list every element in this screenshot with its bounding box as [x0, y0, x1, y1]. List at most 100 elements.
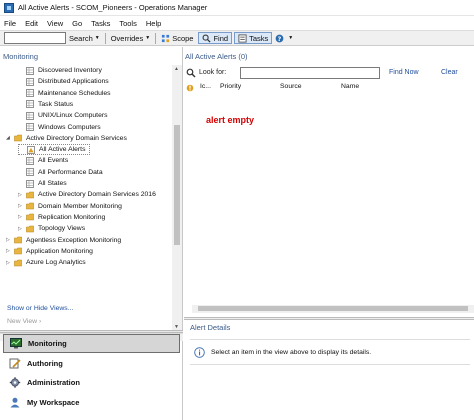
expand-icon[interactable]: ▷	[6, 237, 12, 243]
expand-icon[interactable]: ▷	[6, 260, 12, 266]
overrides-button[interactable]: Overrides ▼	[108, 32, 153, 44]
tree-item-label: Distributed Applications	[38, 78, 109, 86]
find-label: Find	[213, 33, 229, 43]
search-button[interactable]: Search ▼	[66, 32, 103, 44]
menu-view[interactable]: View	[47, 19, 63, 28]
menu-bar: File Edit View Go Tasks Tools Help	[0, 16, 474, 30]
chevron-down-icon: ▼	[145, 35, 151, 41]
folder-icon	[26, 202, 34, 210]
folder-icon	[14, 134, 22, 142]
expand-icon[interactable]: ▷	[18, 214, 24, 220]
details-panel: Select an item in the view above to disp…	[190, 339, 470, 365]
tree-item-label: Agentless Exception Monitoring	[26, 236, 122, 244]
view-icon	[26, 66, 34, 75]
expand-icon[interactable]: ▷	[6, 248, 12, 254]
monitor-icon	[10, 338, 22, 349]
expand-icon[interactable]: ▷	[18, 226, 24, 232]
tree-item[interactable]: All Events	[18, 155, 68, 166]
menu-go[interactable]: Go	[72, 19, 82, 28]
tree-item-label: All Events	[38, 157, 69, 165]
help-button[interactable]: ? ▼	[272, 32, 296, 44]
tree-vertical-scrollbar[interactable]: ▲ ▼	[172, 65, 182, 333]
tree-item-label: Application Monitoring	[26, 247, 93, 255]
tree-item[interactable]: Distributed Applications	[18, 76, 109, 87]
scope-label: Scope	[172, 33, 194, 43]
workspace-administration[interactable]: Administration	[3, 373, 180, 392]
toolbar-divider	[104, 32, 106, 44]
new-view-link[interactable]: New View ›	[7, 318, 41, 325]
collapse-icon[interactable]: ◢	[6, 135, 12, 141]
tree-item[interactable]: UNIX/Linux Computers	[18, 110, 108, 121]
menu-tools[interactable]: Tools	[119, 19, 137, 28]
column-icon[interactable]: Ic...	[200, 83, 211, 90]
tree-item[interactable]: Windows Computers	[18, 122, 101, 133]
info-icon	[194, 346, 205, 358]
tree-item-label: Replication Monitoring	[38, 213, 106, 221]
folder-icon	[26, 225, 34, 232]
alert-view-icon	[27, 145, 35, 154]
find-now-link[interactable]: Find Now	[389, 69, 419, 76]
workspace-my-workspace[interactable]: My Workspace	[3, 393, 180, 412]
search-label: Search	[69, 33, 93, 43]
tree-item[interactable]: ▷ Domain Member Monitoring	[18, 201, 122, 212]
view-icon	[26, 156, 34, 165]
tree-item[interactable]: All Performance Data	[18, 167, 103, 178]
clear-link[interactable]: Clear	[441, 69, 458, 76]
tree-item-label: Windows Computers	[38, 123, 101, 131]
search-input[interactable]	[4, 32, 66, 44]
look-for-bar: Look for: Find Now Clear	[184, 66, 474, 80]
gear-icon	[9, 377, 21, 388]
details-divider[interactable]	[184, 317, 474, 320]
tasks-button[interactable]: Tasks	[234, 32, 273, 44]
navigation-tree: Discovered Inventory Distributed Applicat…	[0, 65, 172, 333]
tree-item[interactable]: ▷ Application Monitoring	[6, 246, 93, 257]
tree-item-label: Maintenance Schedules	[38, 89, 111, 97]
tree-item-label: Azure Log Analytics	[26, 259, 86, 267]
tree-item-label: Active Directory Domain Services	[26, 134, 127, 142]
tree-item[interactable]: All States	[18, 178, 67, 189]
show-hide-views-link[interactable]: Show or Hide Views...	[7, 305, 73, 312]
column-source[interactable]: Source	[280, 83, 302, 90]
menu-tasks[interactable]: Tasks	[91, 19, 110, 28]
find-button[interactable]: Find	[198, 32, 233, 44]
scrollbar-thumb[interactable]	[174, 125, 180, 245]
tree-item[interactable]: ▷ Topology Views	[18, 223, 85, 234]
details-text: Select an item in the view above to disp…	[211, 348, 372, 356]
tree-item-label: Topology Views	[38, 225, 86, 233]
scroll-up-icon[interactable]: ▲	[174, 66, 179, 72]
menu-edit[interactable]: Edit	[25, 19, 38, 28]
tree-item[interactable]: ▷ Agentless Exception Monitoring	[6, 235, 121, 246]
tree-item[interactable]: All Active Alerts	[18, 144, 91, 156]
workspace-authoring[interactable]: Authoring	[3, 354, 180, 373]
tree-item-label: UNIX/Linux Computers	[38, 112, 108, 120]
workspace-divider[interactable]	[0, 330, 183, 333]
results-pane: All Active Alerts (0) Look for: Find Now…	[184, 47, 474, 420]
tree-item[interactable]: ▷ Replication Monitoring	[18, 212, 105, 223]
folder-icon	[14, 259, 22, 266]
scope-button[interactable]: Scope	[158, 32, 196, 44]
expand-icon[interactable]: ▷	[18, 192, 24, 198]
scope-icon	[162, 34, 170, 42]
scrollbar-thumb[interactable]	[198, 306, 468, 311]
column-priority[interactable]: Priority	[220, 83, 241, 90]
look-for-input[interactable]	[240, 67, 380, 79]
results-horizontal-scrollbar[interactable]	[192, 305, 474, 313]
tree-item[interactable]: Maintenance Schedules	[18, 88, 111, 99]
tree-item[interactable]: ▷ Azure Log Analytics	[6, 257, 86, 268]
alerts-column-header: Ic... Priority Source Name	[184, 83, 474, 94]
menu-help[interactable]: Help	[146, 19, 161, 28]
menu-file[interactable]: File	[4, 19, 16, 28]
tree-item-label: Domain Member Monitoring	[38, 202, 122, 210]
tree-item[interactable]: Discovered Inventory	[18, 65, 102, 76]
alert-icon	[186, 84, 194, 92]
tree-item[interactable]: ◢ Active Directory Domain Services	[6, 133, 127, 144]
column-name[interactable]: Name	[341, 83, 359, 90]
search-icon	[186, 68, 196, 78]
expand-icon[interactable]: ▷	[18, 203, 24, 209]
chevron-down-icon: ▼	[94, 35, 100, 41]
details-title: Alert Details	[190, 323, 231, 332]
navigation-pane: Monitoring Discovered Inventory Distribut…	[0, 47, 183, 420]
workspace-monitoring[interactable]: Monitoring	[3, 334, 180, 353]
tree-item[interactable]: Task Status	[18, 99, 73, 110]
tree-item[interactable]: ▷ Active Directory Domain Services 2016	[18, 189, 156, 200]
